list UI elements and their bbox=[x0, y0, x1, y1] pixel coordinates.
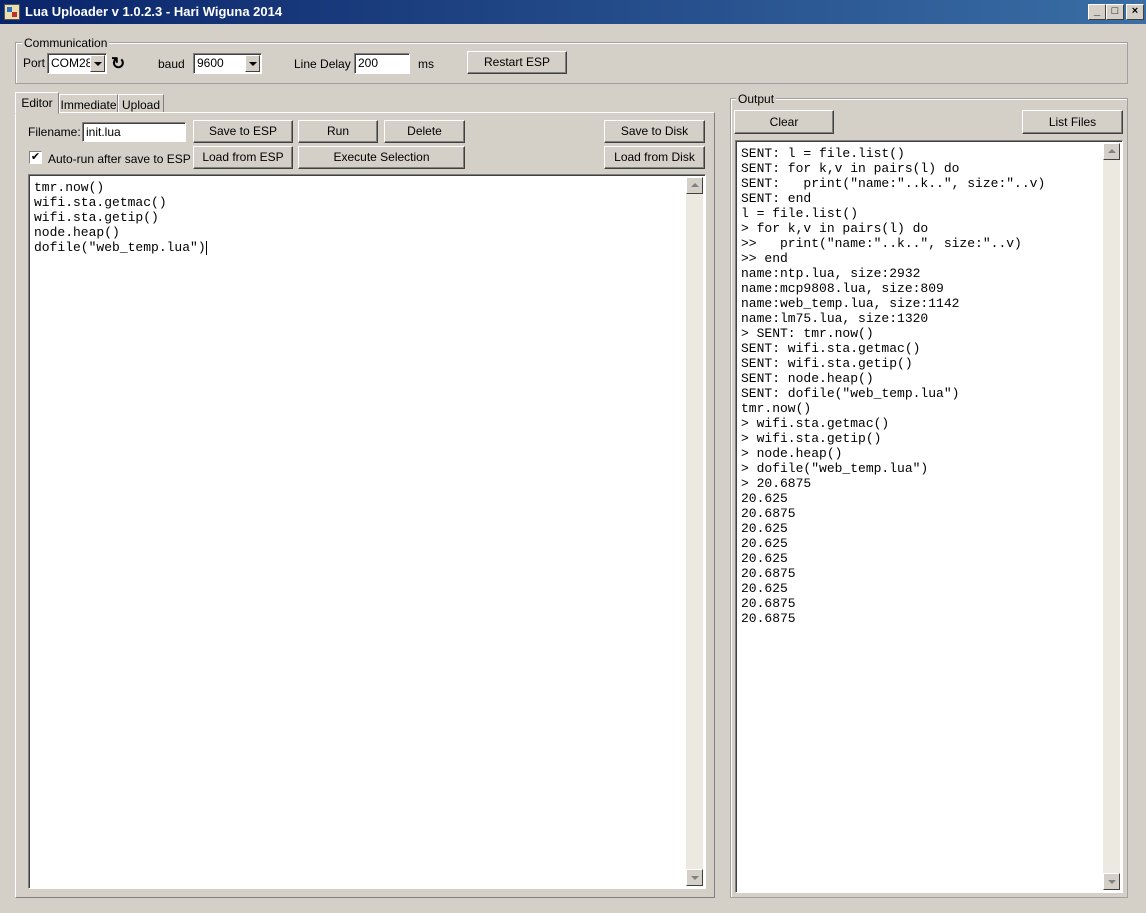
output-line: name:ntp.lua, size:2932 bbox=[741, 266, 921, 281]
scroll-down-icon[interactable] bbox=[686, 869, 703, 886]
title-bar: Lua Uploader v 1.0.2.3 - Hari Wiguna 201… bbox=[0, 0, 1146, 24]
output-line: > wifi.sta.getmac() bbox=[741, 416, 890, 431]
output-line: >> end bbox=[741, 251, 788, 266]
output-line: SENT: node.heap() bbox=[741, 371, 874, 386]
port-label: Port bbox=[23, 56, 46, 70]
scroll-up-icon[interactable] bbox=[1103, 143, 1120, 160]
output-line: > dofile("web_temp.lua") bbox=[741, 461, 929, 476]
output-line: name:lm75.lua, size:1320 bbox=[741, 311, 929, 326]
output-line: 20.6875 bbox=[741, 596, 796, 611]
output-scrollbar[interactable] bbox=[1103, 143, 1120, 890]
output-line: l = file.list() bbox=[741, 206, 859, 221]
output-line: SENT: dofile("web_temp.lua") bbox=[741, 386, 960, 401]
delete-button[interactable]: Delete bbox=[384, 120, 465, 143]
output-line: name:mcp9808.lua, size:809 bbox=[741, 281, 944, 296]
autorun-label: Auto-run after save to ESP bbox=[48, 152, 191, 166]
port-select[interactable]: COM28 bbox=[47, 53, 107, 74]
run-button[interactable]: Run bbox=[298, 120, 378, 143]
tab-immediate[interactable]: Immediate bbox=[59, 94, 118, 113]
filename-input[interactable]: init.lua bbox=[82, 122, 186, 142]
output-line: 20.6875 bbox=[741, 611, 796, 626]
output-line: SENT: end bbox=[741, 191, 812, 206]
filename-label: Filename: bbox=[28, 125, 81, 139]
output-console[interactable]: SENT: l = file.list() SENT: for k,v in p… bbox=[735, 140, 1123, 893]
code-line: tmr.now() bbox=[34, 180, 105, 195]
output-line: > wifi.sta.getip() bbox=[741, 431, 882, 446]
output-lines: SENT: l = file.list() SENT: for k,v in p… bbox=[741, 146, 1045, 626]
output-line: SENT: wifi.sta.getmac() bbox=[741, 341, 921, 356]
chevron-down-icon[interactable] bbox=[245, 55, 260, 72]
output-line: > 20.6875 bbox=[741, 476, 812, 491]
output-legend: Output bbox=[736, 92, 777, 106]
output-line: > node.heap() bbox=[741, 446, 843, 461]
code-line-text: dofile("web_temp.lua") bbox=[34, 240, 206, 255]
window-title: Lua Uploader v 1.0.2.3 - Hari Wiguna 201… bbox=[25, 4, 283, 19]
output-line: name:web_temp.lua, size:1142 bbox=[741, 296, 960, 311]
output-line: tmr.now() bbox=[741, 401, 812, 416]
line-delay-input[interactable]: 200 bbox=[354, 53, 410, 74]
scroll-up-icon[interactable] bbox=[686, 177, 703, 194]
code-line: wifi.sta.getmac() bbox=[34, 195, 167, 210]
output-line: >> print("name:"..k..", size:"..v) bbox=[741, 236, 1022, 251]
tab-upload[interactable]: Upload bbox=[118, 94, 164, 113]
output-line: 20.625 bbox=[741, 536, 788, 551]
scroll-down-icon[interactable] bbox=[1103, 873, 1120, 890]
baud-value: 9600 bbox=[197, 56, 224, 70]
app-icon bbox=[4, 4, 20, 20]
output-line: 20.625 bbox=[741, 551, 788, 566]
communication-legend: Communication bbox=[22, 36, 110, 50]
output-line: SENT: wifi.sta.getip() bbox=[741, 356, 913, 371]
port-value: COM28 bbox=[51, 56, 93, 70]
output-line: > for k,v in pairs(l) do bbox=[741, 221, 929, 236]
refresh-icon[interactable]: ↻ bbox=[111, 54, 125, 74]
ms-label: ms bbox=[418, 57, 434, 71]
output-line: 20.625 bbox=[741, 521, 788, 536]
line-delay-label: Line Delay bbox=[294, 57, 351, 71]
close-button[interactable]: × bbox=[1126, 4, 1144, 20]
output-line: SENT: l = file.list() bbox=[741, 146, 905, 161]
text-caret bbox=[205, 240, 207, 255]
maximize-button[interactable]: □ bbox=[1106, 4, 1124, 20]
minimize-button[interactable]: _ bbox=[1088, 4, 1106, 20]
editor-scrollbar[interactable] bbox=[686, 177, 703, 886]
restart-esp-button[interactable]: Restart ESP bbox=[467, 51, 567, 74]
code-editor[interactable]: tmr.now() wifi.sta.getmac() wifi.sta.get… bbox=[28, 174, 706, 889]
baud-select[interactable]: 9600 bbox=[193, 53, 262, 74]
code-line: dofile("web_temp.lua") bbox=[34, 240, 207, 255]
execute-selection-button[interactable]: Execute Selection bbox=[298, 146, 465, 169]
code-line: wifi.sta.getip() bbox=[34, 210, 159, 225]
load-from-esp-button[interactable]: Load from ESP bbox=[193, 146, 293, 169]
output-line: 20.6875 bbox=[741, 566, 796, 581]
output-line: > SENT: tmr.now() bbox=[741, 326, 874, 341]
output-line: 20.6875 bbox=[741, 506, 796, 521]
output-line: SENT: print("name:"..k..", size:"..v) bbox=[741, 176, 1046, 191]
load-from-disk-button[interactable]: Load from Disk bbox=[604, 146, 705, 169]
autorun-checkbox[interactable]: ✔ bbox=[29, 151, 42, 164]
chevron-down-icon[interactable] bbox=[90, 55, 105, 72]
code-lines: tmr.now() wifi.sta.getmac() wifi.sta.get… bbox=[34, 180, 207, 255]
list-files-button[interactable]: List Files bbox=[1022, 110, 1123, 134]
clear-button[interactable]: Clear bbox=[734, 110, 834, 134]
code-line: node.heap() bbox=[34, 225, 120, 240]
baud-label: baud bbox=[158, 57, 185, 71]
tab-editor[interactable]: Editor bbox=[15, 92, 59, 114]
save-to-disk-button[interactable]: Save to Disk bbox=[604, 120, 705, 143]
output-line: 20.625 bbox=[741, 491, 788, 506]
save-to-esp-button[interactable]: Save to ESP bbox=[193, 120, 293, 143]
output-line: SENT: for k,v in pairs(l) do bbox=[741, 161, 960, 176]
output-line: 20.625 bbox=[741, 581, 788, 596]
